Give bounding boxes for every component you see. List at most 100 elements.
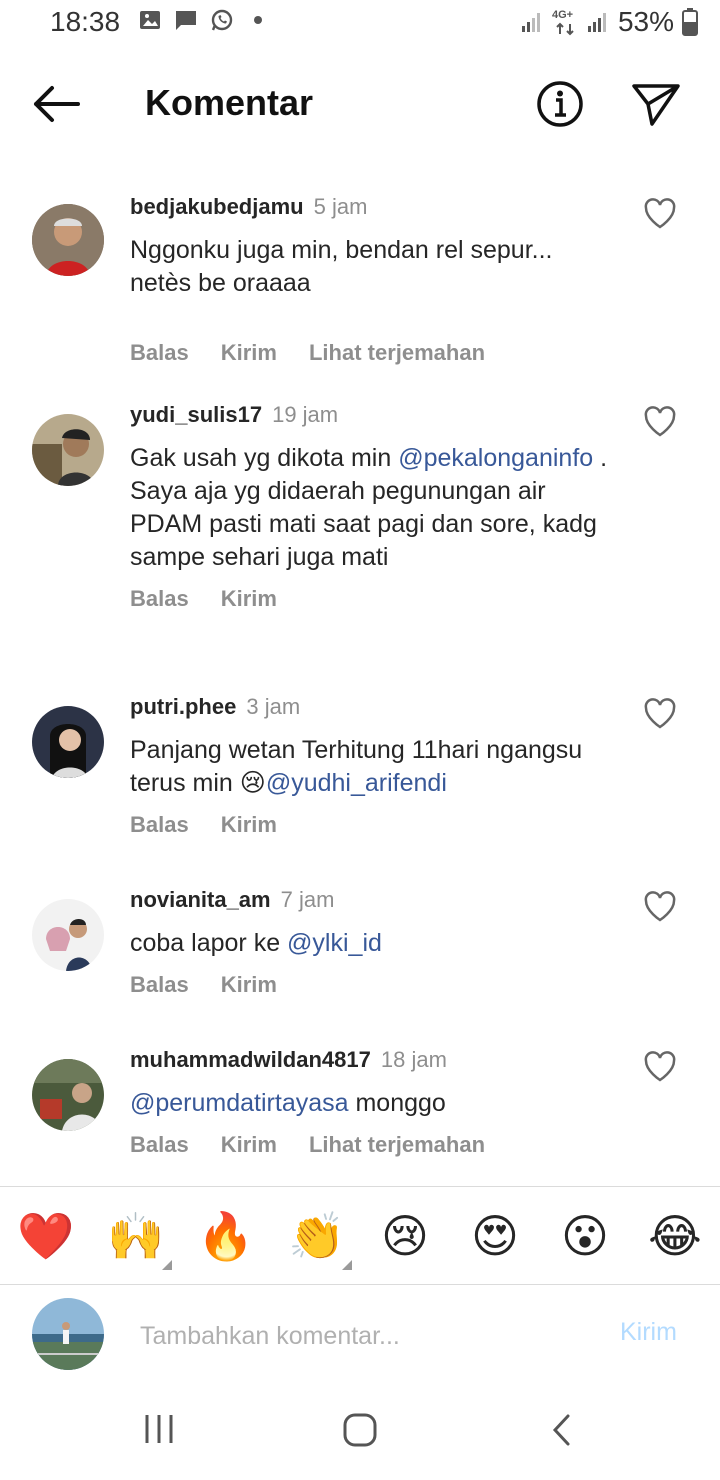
comment-body: bedjakubedjamu 5 jam Nggonku juga min, be… [130, 192, 620, 366]
comment-body: yudi_sulis17 19 jam Gak usah yg dikota mi… [130, 400, 620, 612]
see-translation-button[interactable]: Lihat terjemahan [309, 340, 485, 366]
avatar-image [32, 204, 104, 276]
info-icon[interactable] [536, 80, 584, 128]
mention-link[interactable]: @pekalonganinfo [398, 444, 593, 472]
battery-percent: 53% [617, 6, 674, 37]
avatar[interactable] [32, 706, 104, 778]
emoji-clapping[interactable]: 👏 [288, 1208, 345, 1264]
comment-username[interactable]: yudi_sulis17 [130, 402, 262, 427]
comment-time: 19 jam [272, 402, 339, 427]
comment-text: Nggonku juga min, bendan rel sepur... ne… [130, 236, 553, 297]
comment-body: muhammadwildan4817 18 jam @perumdatirtaya… [130, 1045, 620, 1158]
post-comment-button[interactable]: Kirim [620, 1318, 677, 1347]
avatar-image [32, 706, 104, 778]
divider [0, 1284, 720, 1285]
signal-2-icon [587, 13, 606, 32]
comment-body: novianita_am 7 jam coba lapor ke @ylki_id… [130, 885, 620, 998]
emoji-heart[interactable]: ❤️ [17, 1208, 74, 1264]
comment-actions: Balas Kirim [130, 812, 620, 838]
gallery-notification-icon [140, 11, 160, 29]
comment-actions: Balas Kirim Lihat terjemahan [130, 1132, 620, 1158]
emoji-fire[interactable]: 🔥 [197, 1208, 254, 1264]
more-notifications-dot-icon [254, 16, 262, 24]
send-button[interactable]: Kirim [221, 1132, 277, 1158]
header: Komentar [0, 62, 720, 146]
status-bar: 18:38 4G+ 53% [0, 0, 720, 50]
emoji-raising-hands[interactable]: 🙌 [107, 1208, 164, 1264]
data-arrows-icon [556, 22, 574, 36]
comment-text: @perumdatirtayasa monggo [130, 1087, 610, 1120]
reply-button[interactable]: Balas [130, 586, 189, 612]
comment-time: 5 jam [313, 194, 368, 219]
see-translation-button[interactable]: Lihat terjemahan [309, 1132, 485, 1158]
comment-text: Gak usah yg dikota min @pekalonganinfo .… [130, 442, 610, 574]
comment-actions: Balas Kirim Lihat terjemahan [130, 340, 620, 366]
mention-link[interactable]: @perumdatirtayasa [130, 1089, 349, 1117]
heart-outline-icon[interactable] [642, 696, 678, 732]
network-type-label: 4G+ [551, 9, 574, 21]
status-time: 18:38 [50, 6, 121, 37]
avatar[interactable] [32, 414, 104, 486]
avatar-image [32, 414, 104, 486]
send-button[interactable]: Kirim [221, 812, 277, 838]
comment-username[interactable]: muhammadwildan4817 [130, 1047, 371, 1072]
system-status: 4G+ 53% [521, 6, 698, 38]
comment-username[interactable]: putri.phee [130, 694, 236, 719]
comment-actions: Balas Kirim [130, 972, 620, 998]
comment-actions: Balas Kirim [130, 586, 620, 612]
send-button[interactable]: Kirim [221, 972, 277, 998]
comment-text-part: monggo [348, 1089, 446, 1117]
whatsapp-notification-icon [211, 9, 233, 31]
divider [0, 1186, 720, 1187]
skin-tone-indicator-icon [162, 1260, 172, 1270]
system-nav-bar [0, 1390, 720, 1480]
emoji-bar: ❤️ 🙌 🔥 👏 😢 😍 😮 😂 [0, 1190, 720, 1282]
heart-outline-icon[interactable] [642, 1049, 678, 1085]
reply-button[interactable]: Balas [130, 812, 189, 838]
comment-time: 7 jam [280, 887, 335, 912]
back-arrow-icon[interactable] [30, 82, 82, 126]
reply-button[interactable]: Balas [130, 340, 189, 366]
comment-text: coba lapor ke @ylki_id [130, 927, 610, 960]
paper-plane-icon[interactable] [630, 80, 682, 128]
comment-body: putri.phee 3 jam Panjang wetan Terhitung … [130, 692, 620, 838]
emoji-laughing[interactable]: 😂 [647, 1208, 703, 1264]
comment-username[interactable]: bedjakubedjamu [130, 194, 304, 219]
comment-text-part: coba lapor ke [130, 929, 288, 957]
comment-username[interactable]: novianita_am [130, 887, 271, 912]
page-title: Komentar [145, 82, 314, 123]
emoji-crying[interactable]: 😢 [377, 1208, 433, 1264]
avatar[interactable] [32, 1059, 104, 1131]
heart-outline-icon[interactable] [642, 404, 678, 440]
send-button[interactable]: Kirim [221, 340, 277, 366]
comment-time: 18 jam [380, 1047, 447, 1072]
notification-icons [138, 8, 270, 32]
reply-button[interactable]: Balas [130, 972, 189, 998]
emoji-heart-eyes[interactable]: 😍 [467, 1208, 523, 1264]
comment-input[interactable] [140, 1314, 580, 1358]
avatar[interactable] [32, 899, 104, 971]
recent-apps-icon[interactable] [142, 1412, 176, 1446]
reply-button[interactable]: Balas [130, 1132, 189, 1158]
avatar-image [32, 1059, 104, 1131]
message-notification-icon [176, 11, 196, 30]
comment-composer: Kirim [0, 1290, 720, 1390]
emoji-surprised[interactable]: 😮 [557, 1208, 613, 1264]
nav-back-icon[interactable] [550, 1412, 574, 1448]
signal-icon [521, 13, 540, 32]
avatar[interactable] [32, 204, 104, 276]
mention-link[interactable]: @yudhi_arifendi [266, 769, 447, 797]
send-button[interactable]: Kirim [221, 586, 277, 612]
my-avatar-image [32, 1298, 104, 1370]
comment-time: 3 jam [246, 694, 301, 719]
comment-text-part: Gak usah yg dikota min [130, 444, 399, 472]
home-icon[interactable] [342, 1412, 378, 1448]
comment-text: Panjang wetan Terhitung 11hari ngangsu t… [130, 734, 610, 800]
heart-outline-icon[interactable] [642, 889, 678, 925]
skin-tone-indicator-icon [342, 1260, 352, 1270]
battery-icon [682, 8, 698, 36]
mention-link[interactable]: @ylki_id [287, 929, 382, 957]
heart-outline-icon[interactable] [642, 196, 678, 232]
my-avatar [32, 1298, 104, 1370]
avatar-image [32, 899, 104, 971]
